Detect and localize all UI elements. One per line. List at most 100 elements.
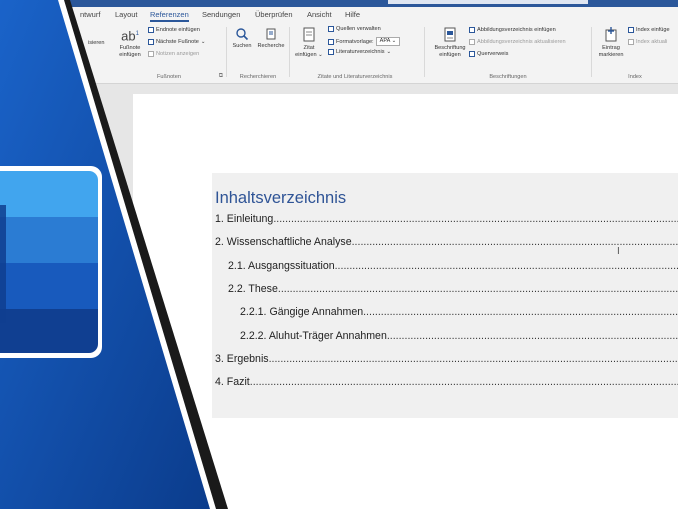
cross-reference-button[interactable]: Querverweis (469, 51, 508, 57)
insert-table-of-figures-button[interactable]: Abbildungsverzeichnis einfügen (469, 27, 556, 33)
citations-group-label: Zitate und Literaturverzeichnis (317, 74, 393, 80)
footnotes-group: ab1 Fußnote einfügen Endnote einfügen Nä… (112, 25, 226, 83)
show-notes-button[interactable]: Notizen anzeigen (148, 51, 199, 57)
manage-sources-button[interactable]: Quellen verwalten (328, 26, 381, 32)
cross-reference-icon (469, 51, 475, 57)
toc-entry-text: 2.2. These (228, 282, 278, 295)
index-group-label: Index (628, 74, 642, 80)
toc-entry[interactable]: 2.2.1. Gängige Annahmen.................… (240, 306, 678, 320)
tab-design[interactable]: ntwurf (80, 10, 100, 19)
search-icon (236, 28, 249, 41)
insert-table-of-figures-label: Abbildungsverzeichnis einfügen (477, 27, 556, 33)
update-table-button[interactable]: Abbildungsverzeichnis aktualisieren (469, 39, 566, 45)
insert-footnote-label-2: einfügen (119, 52, 141, 59)
toc-entry-text: 1. Einleitung (215, 213, 274, 225)
title-bar (0, 0, 678, 7)
table-of-figures-icon (469, 27, 475, 33)
researcher-button[interactable]: Recherche (255, 27, 287, 50)
table-of-contents[interactable]: Inhaltsverzeichnis 1. Einleitung........… (212, 173, 678, 418)
update-table-label: Abbildungsverzeichnis aktualisieren (477, 39, 566, 45)
captions-group: Beschriftung einfügen Abbildungsverzeich… (425, 25, 591, 83)
toc-entry-text: 2.2.2. Aluhut-Träger Annahmen (240, 329, 387, 342)
search-button[interactable]: Suchen (229, 27, 255, 50)
update-index-button[interactable]: Index aktuali (628, 39, 667, 45)
citation-icon (303, 27, 315, 42)
mark-entry-label-1: Eintrag (602, 45, 620, 51)
toc-leader-dots: ........................................… (386, 329, 678, 342)
insert-citation-label-1: Zitat (303, 45, 315, 51)
insert-citation-label-2: einfügen (295, 52, 317, 58)
tab-view[interactable]: Ansicht (307, 10, 332, 19)
researcher-icon (266, 28, 276, 40)
toc-leader-dots: ........................................… (268, 352, 678, 365)
caption-icon (444, 27, 456, 42)
insert-endnote-button[interactable]: Endnote einfügen (148, 27, 200, 33)
ribbon: ntwurf Layout Referenzen Sendungen Überp… (0, 7, 678, 84)
toc-entry[interactable]: 4. Fazit................................… (215, 376, 678, 390)
toc-leader-dots: ........................................… (334, 259, 678, 272)
tab-layout[interactable]: Layout (115, 10, 138, 19)
search-label: Suchen (232, 43, 252, 49)
insert-endnote-label: Endnote einfügen (156, 27, 200, 33)
insert-footnote-label-1: Fußnote (119, 45, 141, 52)
word-window: ntwurf Layout Referenzen Sendungen Überp… (0, 0, 678, 509)
insert-footnote-button[interactable]: ab1 Fußnote einfügen (116, 27, 144, 59)
toc-entry[interactable]: 3. Ergebnis.............................… (215, 353, 678, 367)
insert-index-label: Index einfüge (636, 27, 670, 33)
update-index-icon (628, 39, 634, 45)
research-group-label: Recherchieren (239, 74, 277, 80)
mark-entry-label-2: markieren (598, 52, 624, 58)
captions-group-label: Beschriftungen (489, 74, 527, 80)
toc-leader-dots: ........................................… (277, 282, 678, 295)
endnote-icon (148, 27, 154, 33)
toc-leader-dots: ........................................… (363, 306, 678, 319)
toc-title: Inhaltsverzeichnis (215, 189, 347, 207)
next-footnote-button[interactable]: Nächste Fußnote ⌄ (148, 39, 206, 45)
toc-leader-dots: ........................................… (249, 376, 678, 389)
researcher-label: Recherche (257, 43, 285, 49)
insert-caption-button[interactable]: Beschriftung einfügen (429, 27, 471, 59)
toc-entry[interactable]: 1. Einleitung...........................… (215, 213, 678, 227)
footnotes-group-label: Fußnoten (157, 74, 181, 80)
tab-review[interactable]: Überprüfen (255, 10, 293, 19)
insert-citation-button[interactable]: Zitat einfügen ⌄ (292, 27, 326, 59)
bibliography-label: Literaturverzeichnis (336, 49, 385, 55)
insert-index-button[interactable]: Index einfüge (628, 27, 670, 33)
tab-references[interactable]: Referenzen (150, 10, 189, 22)
footnote-icon: ab1 (121, 28, 139, 44)
mark-entry-button[interactable]: Eintrag markieren (594, 27, 628, 59)
style-icon (328, 38, 334, 45)
style-selector[interactable]: Formatvorlage: APA ⌄ (328, 37, 401, 46)
clipped-button-label[interactable]: isieren (88, 40, 104, 46)
toc-entry[interactable]: 2. Wissenschaftliche Analyse............… (215, 236, 678, 250)
bibliography-icon (328, 49, 334, 55)
toc-entry[interactable]: 2.2. These..............................… (228, 283, 678, 297)
toc-entry-text: 2.2.1. Gängige Annahmen (240, 306, 364, 319)
insert-caption-label-1: Beschriftung (434, 45, 466, 51)
text-cursor-icon: Ι (617, 246, 620, 257)
style-value: APA (379, 38, 391, 44)
toc-entry-text: 2.1. Ausgangssituation (228, 259, 335, 272)
search-box[interactable] (388, 0, 588, 4)
style-dropdown[interactable]: APA ⌄ (375, 37, 401, 46)
tab-mailings[interactable]: Sendungen (202, 10, 240, 19)
style-label: Formatvorlage: (336, 38, 374, 45)
mark-entry-icon (605, 27, 617, 42)
bibliography-button[interactable]: Literaturverzeichnis ⌄ (328, 49, 391, 55)
manage-sources-icon (328, 26, 334, 32)
cross-reference-label: Querverweis (477, 51, 509, 57)
show-notes-label: Notizen anzeigen (156, 51, 200, 57)
update-table-icon (469, 39, 475, 45)
toc-leader-dots: ........................................… (351, 236, 678, 249)
toc-entry-text: 3. Ergebnis (215, 352, 269, 365)
insert-caption-label-2: einfügen (439, 52, 461, 58)
next-footnote-icon (148, 39, 154, 45)
update-index-label: Index aktuali (636, 39, 668, 45)
toc-entry[interactable]: 2.2.2. Aluhut-Träger Annahmen...........… (240, 330, 678, 344)
show-notes-icon (148, 51, 154, 57)
toc-entry[interactable]: 2.1. Ausgangssituation..................… (228, 260, 678, 274)
tab-help[interactable]: Hilfe (345, 10, 360, 19)
toc-entry-text: 2. Wissenschaftliche Analyse (215, 236, 352, 249)
dialog-launcher-icon[interactable]: ⧉ (219, 73, 223, 80)
insert-index-icon (628, 27, 634, 33)
